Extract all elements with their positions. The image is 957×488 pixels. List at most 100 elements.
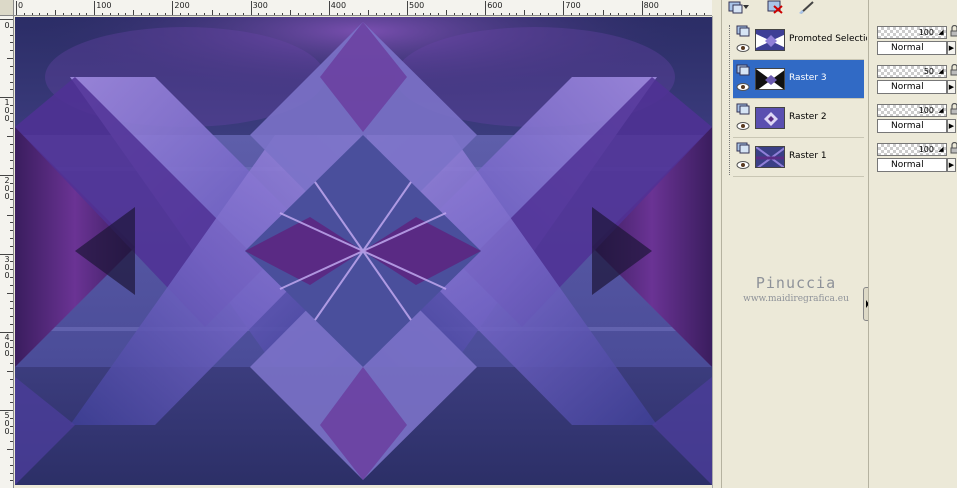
layers-palette: Promoted Selection Raster 3 Raster 2 Raster… [721, 0, 871, 488]
ruler-tick [672, 13, 674, 15]
ruler-tick [430, 13, 432, 15]
chevron-down-icon[interactable]: ◢ [936, 144, 946, 155]
layer-row[interactable]: Raster 1 [733, 138, 864, 177]
chevron-down-icon[interactable]: ◢ [936, 27, 946, 38]
ruler-tick [336, 13, 338, 15]
blend-mode-select[interactable]: Normal [877, 41, 947, 55]
ruler-tick [547, 13, 549, 15]
ruler-tick [10, 480, 13, 482]
chevron-right-icon[interactable]: ▶ [947, 41, 956, 55]
ruler-tick [62, 13, 64, 15]
eye-icon[interactable] [736, 82, 750, 92]
ruler-tick [469, 13, 471, 15]
ruler-tick [10, 81, 13, 83]
ruler-tick [625, 13, 627, 15]
ruler-tick [10, 65, 13, 67]
chevron-right-icon[interactable]: ▶ [947, 80, 956, 94]
ruler-tick [156, 13, 158, 15]
layer-row[interactable]: Raster 3 [733, 60, 864, 99]
ruler-tick [399, 13, 401, 15]
layer-row[interactable]: Raster 2 [733, 99, 864, 138]
layer-type-icon[interactable] [736, 103, 750, 115]
ruler-tick [579, 13, 581, 15]
ruler-tick [78, 13, 80, 15]
eye-icon[interactable] [736, 121, 750, 131]
opacity-slider[interactable]: 50 ◢ [877, 65, 947, 78]
ruler-tick [438, 13, 440, 15]
ruler-tick [563, 1, 565, 15]
ruler-tick [461, 13, 463, 15]
opacity-value: 100 [918, 28, 934, 37]
ruler-tick [203, 13, 205, 15]
ruler-label: 500 [409, 1, 425, 10]
layer-properties-panel: 100 ◢ Normal ▶ 50 ◢ Normal ▶ 100 ◢ Normal ▶ 100 ◢ Norm… [868, 0, 957, 488]
ruler-tick [360, 13, 362, 15]
ruler-tick [133, 10, 135, 15]
ruler-tick [125, 13, 127, 15]
ruler-tick [305, 13, 307, 15]
ruler-label: 5 0 0 [4, 411, 10, 436]
eye-icon[interactable] [736, 43, 750, 53]
ruler-tick [610, 13, 612, 15]
layer-type-icon[interactable] [736, 142, 750, 154]
ruler-tick [86, 13, 88, 15]
ruler-tick [10, 441, 13, 443]
ruler-tick [10, 206, 13, 208]
ruler-tick [188, 13, 190, 15]
delete-layer-icon[interactable] [764, 0, 786, 14]
ruler-tick [180, 13, 182, 15]
ruler-tick [320, 13, 322, 15]
layers-toolbar [726, 0, 866, 16]
ruler-label: 600 [487, 1, 503, 10]
ruler-tick [391, 13, 393, 15]
watermark-url: www.maidiregrafica.eu [743, 294, 849, 304]
canvas-vertical-scrollbar[interactable] [712, 16, 721, 488]
lock-icon[interactable] [950, 102, 957, 115]
ruler-tick [10, 128, 13, 130]
watermark-name: Pinuccia [755, 274, 837, 292]
layer-type-icon[interactable] [736, 64, 750, 76]
blend-mode-select[interactable]: Normal [877, 119, 947, 133]
ruler-tick [10, 144, 13, 146]
ruler-tick [407, 1, 408, 15]
ruler-label: 400 [330, 1, 347, 10]
opacity-slider[interactable]: 100 ◢ [877, 104, 947, 117]
opacity-slider[interactable]: 100 ◢ [877, 26, 947, 39]
ruler-tick [10, 394, 13, 396]
ruler-tick [508, 13, 510, 15]
ruler-tick [665, 13, 667, 15]
chevron-down-icon[interactable] [742, 0, 750, 14]
ruler-tick [649, 13, 651, 15]
ruler-tick [117, 13, 119, 15]
blend-mode-select[interactable]: Normal [877, 158, 947, 172]
blend-mode-select[interactable]: Normal [877, 80, 947, 94]
layer-row[interactable]: Promoted Selection [733, 21, 867, 60]
image-canvas[interactable] [15, 17, 712, 485]
lock-icon[interactable] [950, 141, 957, 154]
ruler-tick [109, 13, 111, 15]
ruler-tick [70, 13, 72, 15]
edit-brush-icon[interactable] [796, 0, 818, 14]
ruler-tick [594, 13, 596, 15]
psp-workspace: 0 100 200 300 400 500 600 700 800 0 1 0 0 2 0 0 3 0… [0, 0, 957, 488]
layer-properties-row: 50 ◢ Normal ▶ [877, 62, 957, 101]
ruler-tick [31, 13, 33, 15]
chevron-down-icon[interactable]: ◢ [936, 105, 946, 116]
chevron-right-icon[interactable]: ▶ [947, 119, 956, 133]
artwork [15, 17, 712, 485]
chevron-right-icon[interactable]: ▶ [947, 158, 956, 172]
layer-thumbnail [755, 146, 785, 168]
ruler-tick [10, 34, 13, 36]
lock-icon[interactable] [950, 24, 957, 37]
layer-type-icon[interactable] [736, 25, 750, 37]
ruler-tick [10, 300, 13, 302]
layer-properties-row: 100 ◢ Normal ▶ [877, 101, 957, 140]
eye-icon[interactable] [736, 160, 750, 170]
ruler-label: 700 [565, 1, 581, 10]
chevron-down-icon[interactable]: ◢ [936, 66, 946, 77]
opacity-slider[interactable]: 100 ◢ [877, 143, 947, 156]
ruler-tick [10, 386, 13, 388]
ruler-label: 0 [4, 21, 10, 30]
lock-icon[interactable] [950, 63, 957, 76]
ruler-tick [39, 13, 41, 15]
